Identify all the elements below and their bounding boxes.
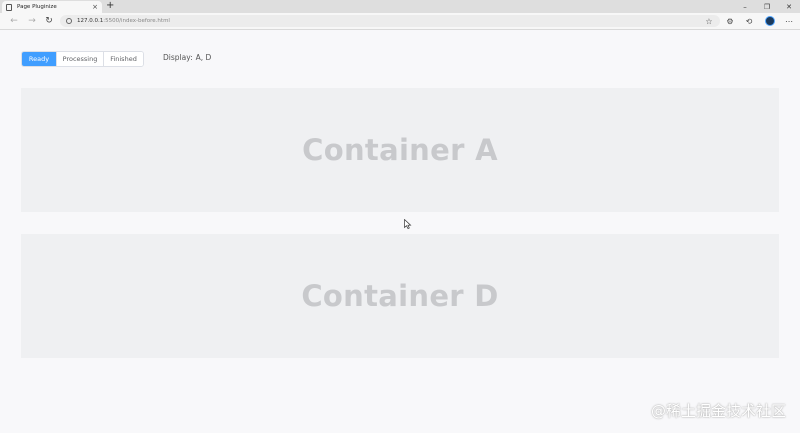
url-text: 127.0.0.1:5500/index-before.html <box>77 18 170 24</box>
processing-button[interactable]: Processing <box>56 52 103 66</box>
tab-title: Page Pluginize <box>17 4 57 10</box>
browser-tab[interactable]: Page Pluginize × <box>2 1 102 13</box>
minimize-button[interactable]: – <box>734 0 756 13</box>
ready-button[interactable]: Ready <box>22 52 56 66</box>
display-indicator: Display: A, D <box>163 53 211 62</box>
container-a-label: Container A <box>302 133 498 167</box>
mouse-cursor-icon <box>404 219 412 229</box>
container-d-label: Container D <box>301 279 499 313</box>
restore-button[interactable]: ❐ <box>756 0 778 13</box>
url-host: 127.0.0.1 <box>77 18 104 24</box>
collections-icon[interactable]: ⟲ <box>744 16 754 26</box>
more-menu-icon[interactable]: ⋯ <box>784 16 794 26</box>
browser-toolbar: ← → ↻ 127.0.0.1:5500/index-before.html ☆… <box>0 13 800 30</box>
document-icon <box>6 3 12 11</box>
profile-avatar[interactable] <box>765 16 775 26</box>
forward-button[interactable]: → <box>26 15 38 27</box>
display-value: A, D <box>195 53 212 62</box>
reload-button[interactable]: ↻ <box>43 15 55 27</box>
finished-button[interactable]: Finished <box>103 52 143 66</box>
tab-close-icon[interactable]: × <box>92 3 98 11</box>
address-bar[interactable]: 127.0.0.1:5500/index-before.html <box>60 15 720 27</box>
new-tab-button[interactable]: + <box>106 0 114 12</box>
status-button-group: Ready Processing Finished <box>21 51 144 67</box>
container-d: Container D <box>21 234 779 358</box>
back-button[interactable]: ← <box>8 15 20 27</box>
watermark: @稀土掘金技术社区 <box>650 402 786 420</box>
browser-tabstrip: Page Pluginize × + – ❐ ✕ <box>0 0 800 13</box>
container-a: Container A <box>21 88 779 212</box>
display-label: Display: <box>163 53 193 62</box>
close-window-button[interactable]: ✕ <box>778 0 800 13</box>
extensions-icon[interactable]: ⚙ <box>725 16 735 26</box>
window-controls: – ❐ ✕ <box>734 0 800 13</box>
url-path: :5500/index-before.html <box>103 18 170 24</box>
info-icon[interactable] <box>66 18 72 24</box>
favorites-icon[interactable]: ☆ <box>704 16 714 26</box>
